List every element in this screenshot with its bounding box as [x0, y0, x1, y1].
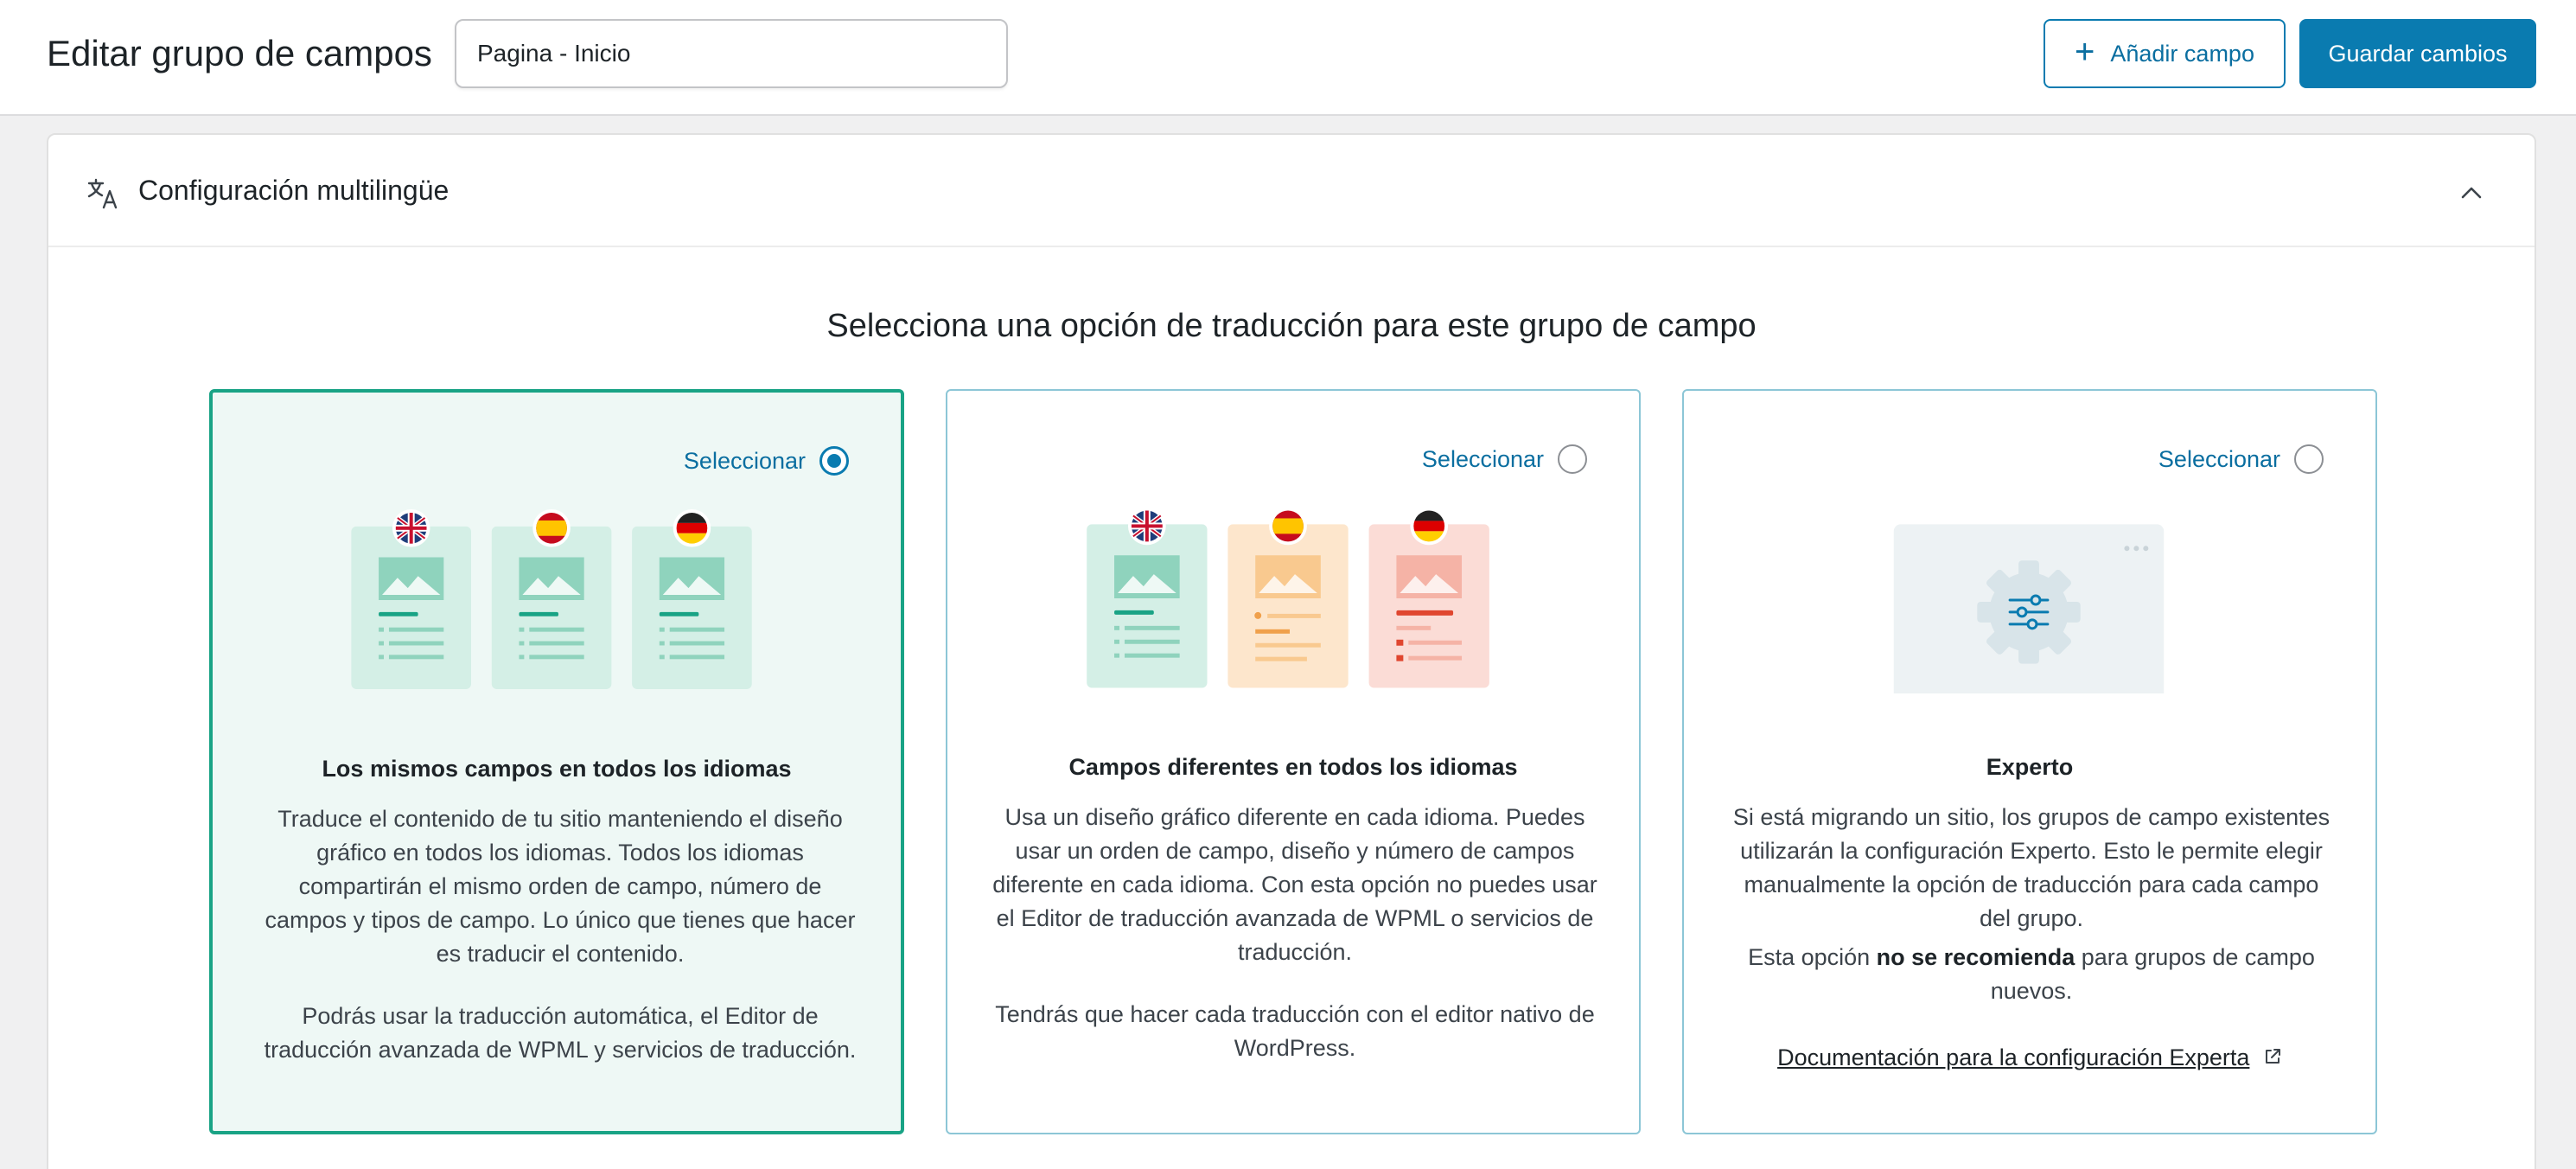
- card-note: Podrás usar la traducción automática, el…: [264, 1003, 857, 1063]
- select-option-same-fields[interactable]: Seleccionar: [684, 446, 849, 476]
- card-description: Si está migrando un sitio, los grupos de…: [1732, 804, 2331, 931]
- option-card-expert[interactable]: Seleccionar Experto Si está migrando un …: [1682, 389, 2377, 1134]
- panel-title: Configuración multilingüe: [138, 175, 450, 206]
- translate-icon: [87, 178, 118, 209]
- option-card-same-fields[interactable]: Seleccionar Los mismos campos en todos l…: [209, 389, 904, 1134]
- select-label: Seleccionar: [2158, 445, 2280, 472]
- card-description: Traduce el contenido de tu sitio manteni…: [265, 806, 856, 967]
- expert-docs-link-text[interactable]: Documentación para la configuración Expe…: [1777, 1044, 2249, 1070]
- expert-settings-illustration: [1893, 524, 2165, 693]
- card-note: Esta opción no se recomienda para grupos…: [1727, 941, 2336, 1008]
- radio-selected[interactable]: [819, 446, 849, 476]
- add-field-button[interactable]: + Añadir campo: [2044, 19, 2286, 88]
- field-group-title-input[interactable]: [455, 19, 1008, 88]
- radio-unselected[interactable]: [1558, 444, 1587, 474]
- section-heading: Selecciona una opción de traducción para…: [826, 308, 1757, 344]
- expert-docs-link[interactable]: Documentación para la configuración Expe…: [1684, 1044, 2375, 1071]
- external-link-icon: [2265, 1049, 2280, 1064]
- select-label: Seleccionar: [1421, 445, 1544, 472]
- different-fields-illustration: [1087, 507, 1489, 688]
- option-card-different-fields[interactable]: Seleccionar Campos diferentes en todos l…: [946, 389, 1641, 1134]
- card-note: Tendrás que hacer cada traducción con el…: [995, 1001, 1595, 1061]
- not-recommended-text: no se recomienda: [1876, 944, 2075, 970]
- plus-icon: +: [2075, 33, 2095, 71]
- page-title: Editar grupo de campos: [47, 33, 432, 73]
- chevron-up-icon[interactable]: [2460, 182, 2483, 204]
- radio-unselected[interactable]: [2294, 444, 2324, 474]
- save-changes-button[interactable]: Guardar cambios: [2299, 19, 2536, 88]
- panel-header[interactable]: Configuración multilingüe: [48, 135, 2535, 247]
- add-field-label: Añadir campo: [2110, 40, 2254, 67]
- card-description: Usa un diseño gráfico diferente en cada …: [992, 804, 1597, 965]
- multilingual-settings-panel: Configuración multilingüe Selecciona una…: [47, 133, 2536, 1169]
- same-fields-illustration: [351, 509, 752, 689]
- top-bar: Editar grupo de campos + Añadir campo Gu…: [0, 0, 2576, 116]
- card-title: Los mismos campos en todos los idiomas: [322, 756, 792, 782]
- card-title: Campos diferentes en todos los idiomas: [1068, 754, 1518, 780]
- note-text-start: Esta opción: [1748, 944, 1877, 970]
- select-label: Seleccionar: [683, 447, 806, 474]
- card-title: Experto: [1986, 754, 2074, 780]
- select-option-expert[interactable]: Seleccionar: [2158, 444, 2324, 474]
- select-option-different-fields[interactable]: Seleccionar: [1422, 444, 1587, 474]
